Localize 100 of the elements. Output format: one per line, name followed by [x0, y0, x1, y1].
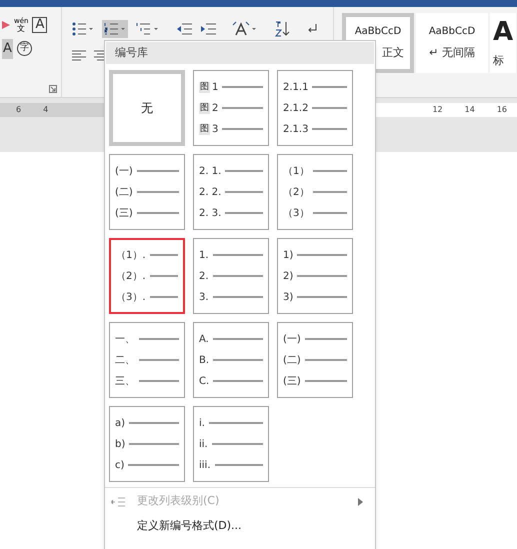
number-text: 2.1.2 — [283, 102, 308, 116]
multilevel-list-icon[interactable] — [136, 22, 160, 36]
number-text: 2. — [199, 270, 209, 284]
number-text: (二) — [115, 186, 133, 200]
text-line — [304, 380, 347, 382]
text-line — [222, 128, 263, 130]
text-line — [139, 380, 179, 382]
number-text: （1） — [283, 164, 310, 178]
number-text: (一) — [283, 332, 301, 346]
ruler-number: 12 — [432, 104, 443, 116]
style-name: ↵ 无间隔 — [429, 45, 475, 62]
number-text: (二) — [283, 354, 301, 368]
align-left-icon[interactable] — [72, 50, 86, 62]
number-text: 一、 — [115, 332, 135, 346]
numbering-tile[interactable]: （1） （2） （3） — [277, 154, 353, 230]
text-line — [212, 254, 263, 256]
ruler-number: 4 — [43, 104, 48, 116]
number-text: （2） — [283, 186, 310, 200]
text-line — [139, 338, 179, 340]
number-text: 1) — [283, 248, 294, 262]
numbering-tile[interactable]: 1. 2. 3. — [193, 238, 269, 314]
number-text: (三) — [283, 374, 301, 388]
menu-header: 编号库 — [106, 42, 374, 64]
text-line — [222, 86, 263, 88]
menu-item[interactable]: 定义新编号格式(D)... — [105, 514, 375, 539]
eraser-icon[interactable] — [2, 19, 10, 31]
text-line — [136, 170, 179, 172]
numbering-tile[interactable]: a) b) c) — [109, 406, 185, 482]
number-text: 3 — [212, 122, 218, 136]
text-line — [136, 191, 179, 193]
number-text: 2) — [283, 270, 294, 284]
text-line — [212, 296, 263, 298]
numbering-tile[interactable]: 一、 二、 三、 — [109, 322, 185, 398]
style-item[interactable]: A 标 — [490, 13, 516, 73]
text-line — [213, 359, 263, 361]
number-text: 2. 3. — [199, 206, 222, 220]
number-text: i. — [199, 416, 205, 430]
text-line — [129, 422, 179, 424]
text-line — [304, 338, 347, 340]
list-level-icon — [111, 496, 125, 506]
text-line — [297, 254, 347, 256]
numbering-tile[interactable]: 无 — [109, 70, 185, 146]
character-border-button[interactable]: A — [32, 17, 48, 33]
number-text: ii. — [199, 438, 208, 452]
number-text: （2）. — [116, 270, 146, 284]
text-line — [139, 359, 179, 361]
bullets-icon[interactable] — [72, 22, 94, 36]
text-direction-icon[interactable] — [232, 21, 258, 37]
text-line — [312, 107, 347, 109]
text-line — [150, 254, 178, 256]
text-line — [225, 191, 263, 193]
text-line — [212, 443, 263, 445]
text-line — [313, 191, 347, 193]
style-name: 标 — [493, 52, 504, 69]
number-text: 2.1.1 — [283, 80, 308, 94]
numbered-list-icon — [104, 22, 126, 36]
ruler-number: 16 — [496, 104, 507, 116]
number-text: b) — [115, 438, 126, 452]
increase-indent-icon[interactable] — [200, 23, 216, 35]
number-text: 1. — [199, 248, 209, 262]
number-text: 2.1.3 — [283, 122, 308, 136]
number-text: （3） — [283, 206, 310, 220]
numbering-tile[interactable]: （1）. （2）. （3）. — [109, 238, 185, 314]
numbering-tile[interactable]: i. ii. iii. — [193, 406, 269, 482]
tile-label: 无 — [141, 100, 153, 117]
number-text: (一) — [115, 164, 133, 178]
numbering-tile[interactable]: 1) 2) 3) — [277, 238, 353, 314]
numbering-tile[interactable]: 2. 1. 2. 2. 2. 3. — [193, 154, 269, 230]
numbering-tile[interactable]: (一) (二) (三) — [109, 154, 185, 230]
number-text: iii. — [199, 458, 211, 472]
decrease-indent-icon[interactable] — [176, 23, 192, 35]
number-text: 3) — [283, 290, 294, 304]
text-line — [208, 422, 263, 424]
text-line — [212, 275, 263, 277]
style-sample: AaBbCcD — [428, 25, 476, 40]
text-line — [150, 296, 178, 298]
number-text: (三) — [115, 206, 133, 220]
style-item[interactable]: AaBbCcD ↵ 无间隔 — [416, 13, 488, 73]
enclose-characters-button[interactable]: 字 — [16, 41, 32, 56]
numbering-tile[interactable]: A. B. C. — [193, 322, 269, 398]
numbering-tile[interactable]: 2.1.1 2.1.2 2.1.3 — [277, 70, 353, 146]
text-line — [136, 212, 179, 214]
sort-icon[interactable] — [274, 21, 290, 37]
text-line — [129, 443, 179, 445]
style-sample: AaBbCcD — [354, 25, 402, 40]
figure-mark: 图 — [199, 124, 210, 134]
number-text: a) — [115, 416, 126, 430]
number-text: 2. 1. — [199, 164, 222, 178]
number-text: （3）. — [116, 290, 146, 304]
character-shading-button[interactable]: A — [2, 39, 13, 58]
numbering-tile[interactable]: (一) (二) (三) — [277, 322, 353, 398]
number-text: 1 — [212, 80, 218, 94]
numbering-tile[interactable]: 图 1 图 2 图 3 — [193, 70, 269, 146]
dialog-launcher-icon[interactable] — [49, 85, 57, 93]
numbering-button[interactable] — [102, 20, 128, 38]
text-line — [222, 107, 263, 109]
figure-mark: 图 — [199, 102, 210, 114]
number-text: c) — [115, 458, 124, 472]
text-line — [212, 338, 263, 340]
text-line — [213, 380, 263, 382]
